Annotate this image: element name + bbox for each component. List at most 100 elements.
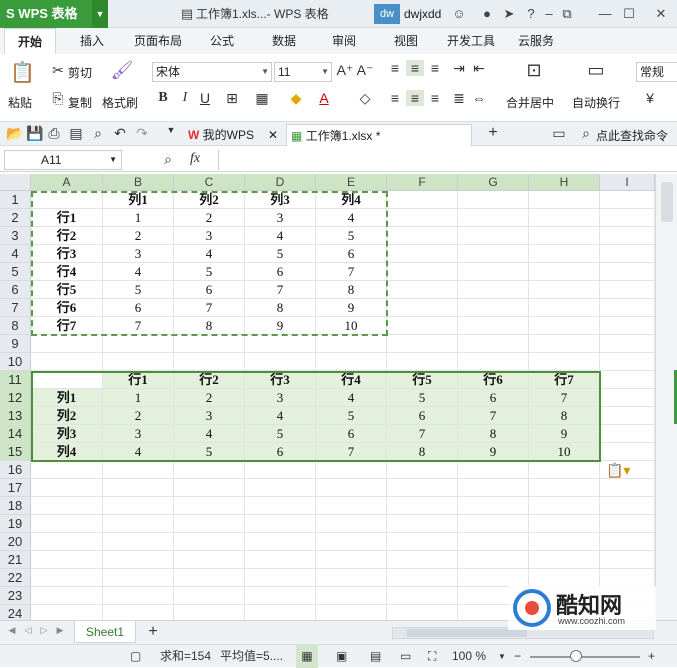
table-cell[interactable]: 4	[316, 209, 387, 227]
tab-workbook[interactable]: ▦ 工作簿1.xlsx *	[286, 124, 472, 146]
cell[interactable]	[174, 569, 245, 587]
table-cell[interactable]: 5	[245, 425, 316, 443]
tab-page-layout[interactable]: 页面布局	[124, 28, 192, 54]
cell[interactable]	[316, 497, 387, 515]
print-icon[interactable]: ⎙	[46, 125, 62, 142]
page-layout-icon[interactable]: ▣	[336, 645, 347, 668]
cell[interactable]	[600, 227, 655, 245]
cell[interactable]	[103, 569, 174, 587]
cell[interactable]	[529, 497, 600, 515]
row-header-14[interactable]: 14	[0, 425, 31, 443]
cell[interactable]	[316, 479, 387, 497]
cell[interactable]	[31, 461, 103, 479]
cell[interactable]	[245, 335, 316, 353]
cell[interactable]	[600, 353, 655, 371]
tab-my-wps[interactable]: W 我的WPS ✕	[184, 124, 284, 146]
cell[interactable]	[387, 317, 458, 335]
cell[interactable]	[245, 551, 316, 569]
outdent-icon[interactable]: ⇤	[470, 60, 488, 77]
cell[interactable]	[387, 461, 458, 479]
merge-center-button[interactable]: 合并居中	[506, 94, 554, 111]
help-icon[interactable]: ?	[522, 0, 540, 28]
table-cell[interactable]: 9	[529, 425, 600, 443]
zoom-slider-handle[interactable]	[570, 650, 582, 662]
table-cell[interactable]: 6	[316, 245, 387, 263]
row-header-5[interactable]: 5	[0, 263, 31, 281]
cell[interactable]	[600, 371, 655, 389]
page-break-icon[interactable]: ▤	[370, 645, 381, 668]
avatar-icon[interactable]: ☺	[450, 0, 468, 28]
last-sheet-icon[interactable]: ▶	[54, 625, 66, 636]
table-cell[interactable]: 行3	[31, 245, 103, 263]
cell[interactable]	[458, 533, 529, 551]
next-sheet-icon[interactable]: ▷	[38, 625, 50, 636]
underline-icon[interactable]: U	[196, 90, 214, 106]
column-header-c[interactable]: C	[174, 174, 245, 191]
cell[interactable]	[387, 479, 458, 497]
table-cell[interactable]: 1	[103, 209, 174, 227]
cell[interactable]	[600, 551, 655, 569]
table-cell[interactable]: 列3	[245, 191, 316, 209]
table-cell[interactable]: 5	[174, 263, 245, 281]
tab-home[interactable]: 开始	[4, 28, 56, 54]
row-header-15[interactable]: 15	[0, 443, 31, 461]
table-cell[interactable]: 行1	[31, 209, 103, 227]
formula-input[interactable]	[218, 150, 677, 170]
cell[interactable]	[387, 191, 458, 209]
font-name-select[interactable]: 宋体 ▼	[152, 62, 272, 82]
cell[interactable]	[529, 569, 600, 587]
table-cell[interactable]: 7	[458, 407, 529, 425]
table-cell[interactable]	[31, 191, 103, 209]
cell[interactable]	[600, 389, 655, 407]
table-cell[interactable]: 行1	[103, 371, 174, 389]
table-cell[interactable]: 9	[458, 443, 529, 461]
cell[interactable]	[316, 533, 387, 551]
table-cell[interactable]: 4	[245, 227, 316, 245]
cell[interactable]	[600, 335, 655, 353]
cell[interactable]	[600, 245, 655, 263]
table-cell[interactable]: 8	[458, 425, 529, 443]
scroll-thumb[interactable]	[407, 629, 527, 637]
row-header-13[interactable]: 13	[0, 407, 31, 425]
save-icon[interactable]: 💾	[26, 125, 43, 142]
table-cell[interactable]: 3	[174, 227, 245, 245]
column-header-d[interactable]: D	[245, 174, 316, 191]
cell[interactable]	[458, 209, 529, 227]
cell[interactable]	[245, 479, 316, 497]
paste-icon[interactable]: 📋	[10, 60, 35, 85]
cell[interactable]	[245, 605, 316, 620]
cell[interactable]	[600, 407, 655, 425]
table-cell[interactable]: 4	[174, 245, 245, 263]
chevron-down-icon[interactable]: ▼	[164, 125, 178, 135]
row-header-12[interactable]: 12	[0, 389, 31, 407]
merge-center-icon[interactable]: ⊡	[520, 60, 548, 81]
row-header-6[interactable]: 6	[0, 281, 31, 299]
cell[interactable]	[529, 191, 600, 209]
tab-data[interactable]: 数据	[262, 28, 306, 54]
cell[interactable]	[245, 353, 316, 371]
cell[interactable]	[458, 191, 529, 209]
table-cell[interactable]: 6	[458, 389, 529, 407]
cell[interactable]	[529, 533, 600, 551]
cell[interactable]	[103, 353, 174, 371]
row-header-3[interactable]: 3	[0, 227, 31, 245]
zoom-out-icon[interactable]: −	[514, 645, 521, 668]
row-header-22[interactable]: 22	[0, 569, 31, 587]
column-header-g[interactable]: G	[458, 174, 529, 191]
export-pdf-icon[interactable]: ▤	[68, 125, 84, 142]
cell[interactable]	[174, 587, 245, 605]
tab-list-icon[interactable]: ▭	[548, 125, 570, 142]
chevron-down-icon[interactable]: ▼	[498, 645, 506, 668]
table-cell[interactable]: 行2	[31, 227, 103, 245]
cell[interactable]	[458, 353, 529, 371]
cut-button[interactable]: 剪切	[68, 64, 92, 81]
zoom-in-icon[interactable]: +	[648, 645, 655, 668]
cell[interactable]	[458, 479, 529, 497]
align-top-icon[interactable]: ≡	[386, 60, 404, 76]
row-header-4[interactable]: 4	[0, 245, 31, 263]
cell[interactable]	[316, 515, 387, 533]
table-cell[interactable]: 9	[245, 317, 316, 335]
select-all-corner[interactable]	[0, 174, 31, 191]
tab-view[interactable]: 视图	[384, 28, 428, 54]
align-middle-icon[interactable]: ≡	[406, 60, 424, 76]
